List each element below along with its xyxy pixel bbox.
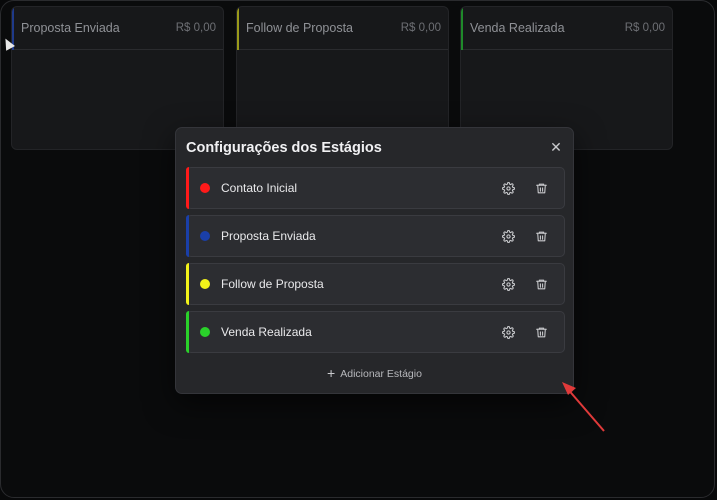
close-icon: ✕	[550, 138, 562, 155]
stage-delete-button[interactable]	[530, 177, 552, 199]
column-accent	[461, 7, 463, 50]
trash-icon	[535, 183, 547, 193]
trash-icon	[535, 231, 547, 241]
trash-icon	[535, 279, 547, 289]
annotation-arrow-icon	[562, 382, 605, 432]
stage-color-bar	[186, 215, 189, 257]
stage-item[interactable]: Follow de Proposta	[186, 263, 565, 305]
stage-color-bar	[186, 167, 189, 209]
column-header: Follow de Proposta R$ 0,00	[237, 7, 448, 50]
stage-name: Proposta Enviada	[221, 229, 316, 243]
column-title: Follow de Proposta	[246, 21, 354, 35]
stage-item[interactable]: Venda Realizada	[186, 311, 565, 353]
stage-delete-button[interactable]	[530, 225, 552, 247]
stage-color-dot	[200, 231, 210, 241]
column-header: Proposta Enviada R$ 0,00	[12, 7, 223, 50]
stage-settings-button[interactable]	[497, 177, 519, 199]
stage-delete-button[interactable]	[530, 321, 552, 343]
gear-icon	[501, 277, 515, 291]
stage-item[interactable]: Proposta Enviada	[186, 215, 565, 257]
column-amount: R$ 0,00	[175, 22, 216, 34]
column-title: Proposta Enviada	[21, 21, 120, 35]
stage-name: Contato Inicial	[221, 181, 298, 195]
add-stage-label: Adicionar Estágio	[340, 368, 422, 380]
stage-color-dot	[200, 183, 210, 193]
column-amount: R$ 0,00	[400, 22, 441, 34]
stage-settings-button[interactable]	[497, 225, 519, 247]
trash-icon	[535, 327, 547, 337]
column-title: Venda Realizada	[470, 21, 565, 35]
stage-color-bar	[186, 263, 189, 305]
stage-settings-button[interactable]	[497, 273, 519, 295]
column-header: Venda Realizada R$ 0,00	[461, 7, 672, 50]
column-accent	[237, 7, 239, 50]
close-button[interactable]: ✕	[547, 138, 565, 156]
stage-color-dot	[200, 279, 210, 289]
gear-icon	[501, 325, 515, 339]
plus-icon: +	[327, 365, 336, 381]
stage-settings-button[interactable]	[497, 321, 519, 343]
stage-delete-button[interactable]	[530, 273, 552, 295]
add-stage-button[interactable]: + Adicionar Estágio	[176, 365, 573, 381]
stages-settings-modal: Configurações dos Estágios ✕ Contato Ini…	[175, 127, 574, 394]
gear-icon	[501, 181, 515, 195]
gear-icon	[501, 229, 515, 243]
stage-name: Follow de Proposta	[221, 277, 324, 291]
column-amount: R$ 0,00	[624, 22, 665, 34]
stage-color-bar	[186, 311, 189, 353]
stage-item[interactable]: Contato Inicial	[186, 167, 565, 209]
stage-color-dot	[200, 327, 210, 337]
modal-title: Configurações dos Estágios	[186, 140, 382, 156]
stage-list: Contato Inicial Proposta Enviada Follow …	[186, 167, 565, 359]
stage-name: Venda Realizada	[221, 325, 312, 339]
